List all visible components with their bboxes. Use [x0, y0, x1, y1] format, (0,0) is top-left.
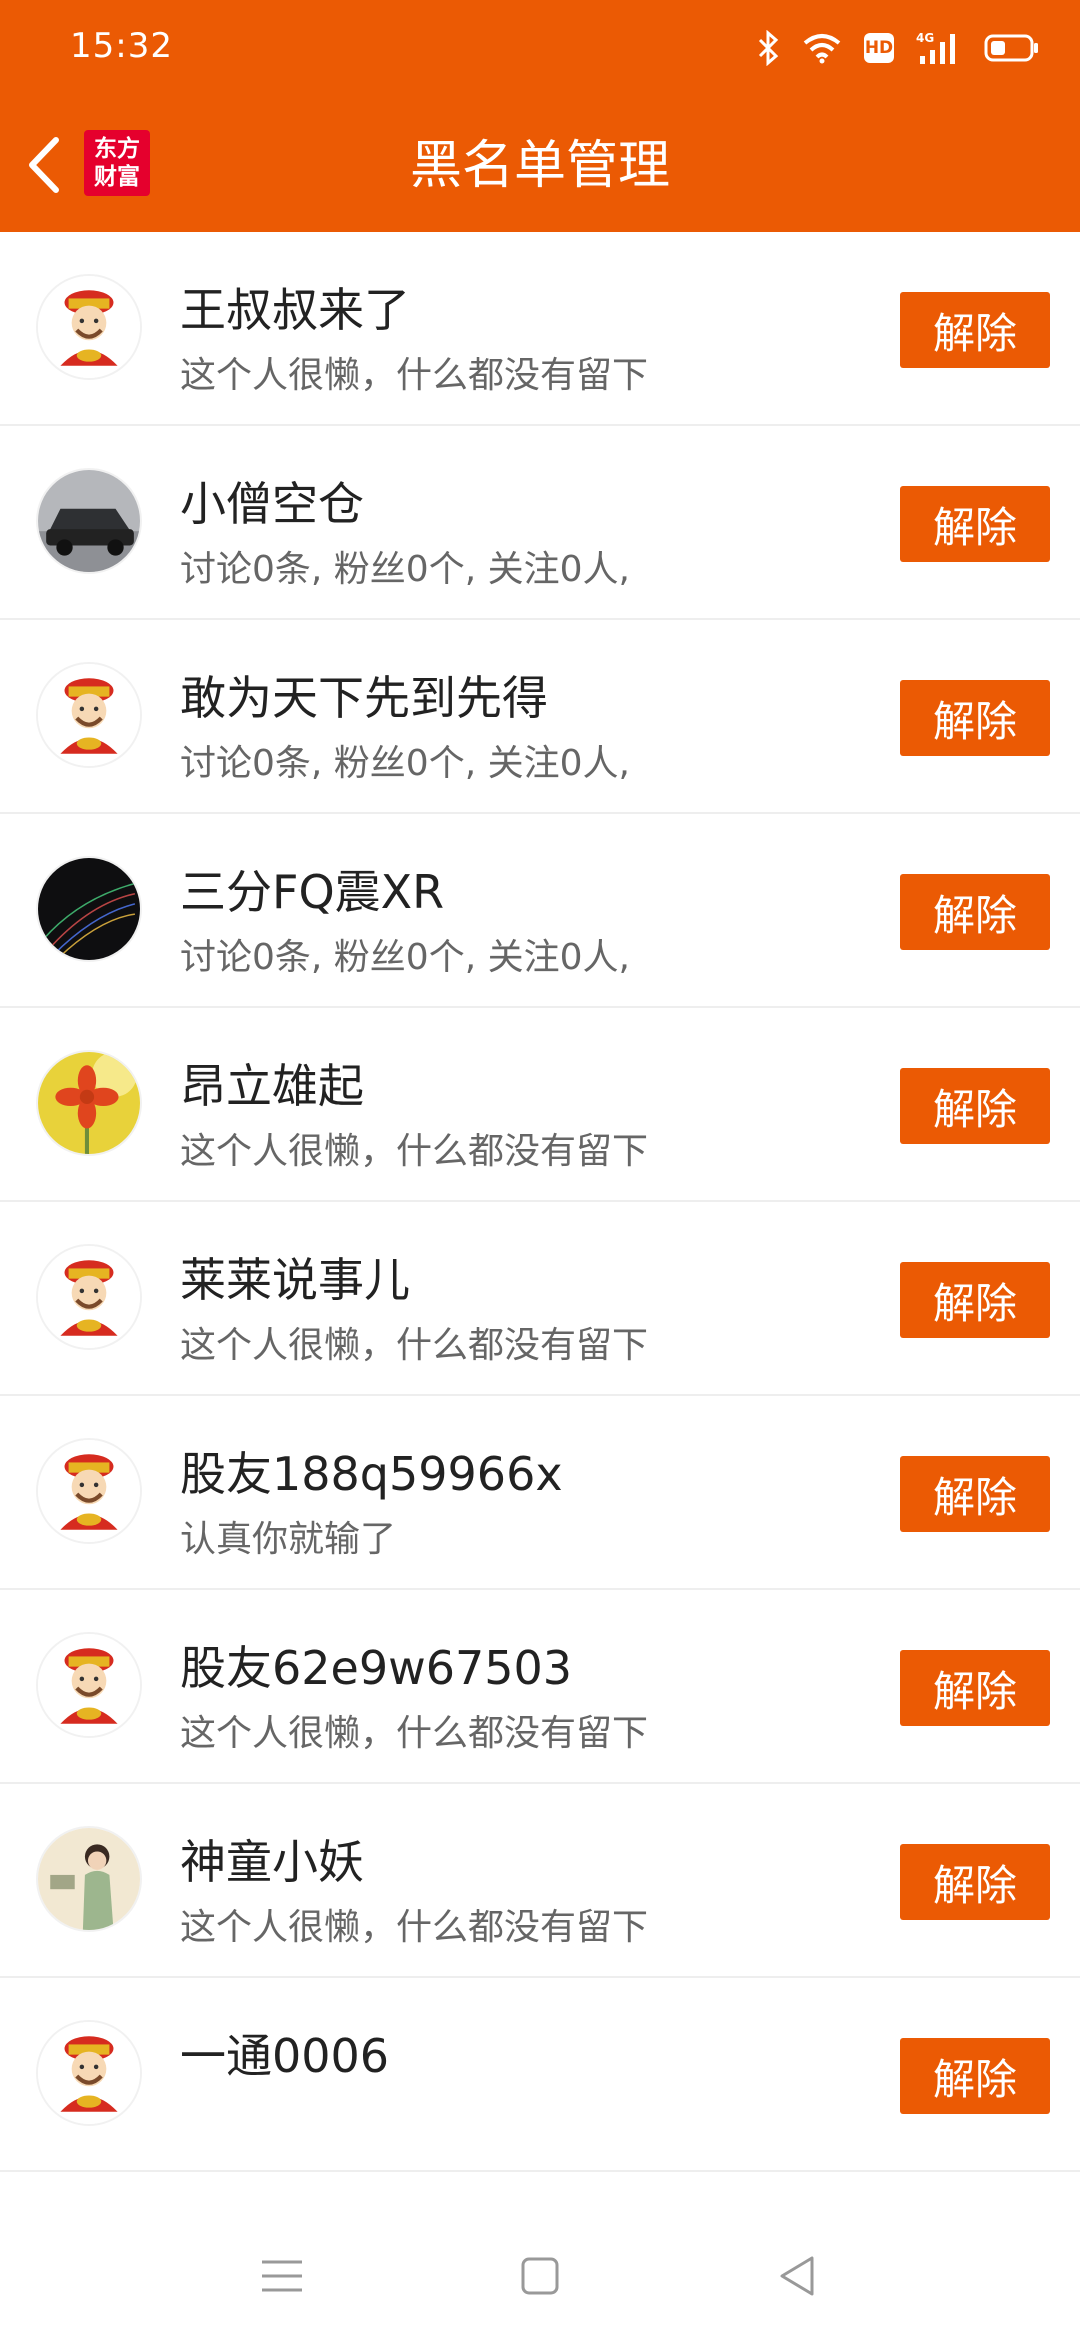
avatar[interactable]: [36, 1438, 142, 1544]
user-description: 这个人很懒，什么都没有留下: [180, 1131, 649, 1172]
hd-icon: HD: [864, 33, 894, 63]
avatar[interactable]: [36, 274, 142, 380]
unblock-button[interactable]: 解除: [900, 1650, 1050, 1726]
avatar[interactable]: [36, 1632, 142, 1738]
user-description: 这个人很懒，什么都没有留下: [180, 1325, 649, 1366]
user-description: 讨论0条, 粉丝0个, 关注0人,: [180, 937, 630, 978]
user-name: 股友62e9w67503: [180, 1641, 573, 1695]
avatar[interactable]: [36, 856, 142, 962]
unblock-button[interactable]: 解除: [900, 874, 1050, 950]
user-name: 莱莱说事儿: [180, 1253, 410, 1307]
user-name: 三分FQ震XR: [180, 865, 445, 919]
unblock-button[interactable]: 解除: [900, 292, 1050, 368]
page-title: 黑名单管理: [409, 136, 670, 196]
status-time: 15:32: [70, 26, 173, 66]
status-icons: HD 4G: [756, 26, 1040, 70]
blocked-user-row[interactable]: 小僧空仓讨论0条, 粉丝0个, 关注0人, 解除: [0, 426, 1080, 620]
bluetooth-icon: [758, 30, 779, 66]
avatar[interactable]: [36, 662, 142, 768]
unblock-button[interactable]: 解除: [900, 1262, 1050, 1338]
wifi-icon: [803, 34, 841, 64]
system-nav-bar: [0, 2208, 1080, 2340]
blocked-user-row[interactable]: 股友62e9w67503 这个人很懒，什么都没有留下 解除: [0, 1590, 1080, 1784]
blocked-user-row[interactable]: 三分FQ震XR 讨论0条, 粉丝0个, 关注0人, 解除: [0, 814, 1080, 1008]
4g-signal-icon: 4G: [916, 31, 955, 64]
network-type-label: 4G: [916, 31, 934, 45]
back-triangle-icon: [780, 2256, 814, 2296]
unblock-button[interactable]: 解除: [900, 2038, 1050, 2114]
blocked-user-row[interactable]: 莱莱说事儿这个人很懒，什么都没有留下 解除: [0, 1202, 1080, 1396]
blocklist: 我是老油条这个人很懒，什么都没有留下解除王叔叔来了这个人很懒，什么都没有留下解除…: [0, 38, 1080, 2172]
blocked-user-row[interactable]: 股友188q59966x 认真你就输了 解除: [0, 1396, 1080, 1590]
avatar[interactable]: [36, 1244, 142, 1350]
blocked-user-row[interactable]: 昂立雄起这个人很懒，什么都没有留下 解除: [0, 1008, 1080, 1202]
unblock-button[interactable]: 解除: [900, 1456, 1050, 1532]
avatar[interactable]: [36, 468, 142, 574]
blocked-user-row[interactable]: 一通0006 解除: [0, 1978, 1080, 2172]
menu-button[interactable]: [252, 2246, 312, 2306]
blocked-user-row[interactable]: 神童小妖这个人很懒，什么都没有留下 解除: [0, 1784, 1080, 1978]
unblock-button[interactable]: 解除: [900, 486, 1050, 562]
avatar[interactable]: [36, 2020, 142, 2126]
blocked-user-row[interactable]: 敢为天下先到先得讨论0条, 粉丝0个, 关注0人, 解除: [0, 620, 1080, 814]
avatar[interactable]: [36, 1826, 142, 1932]
user-description: 讨论0条, 粉丝0个, 关注0人,: [180, 549, 630, 590]
menu-icon: [262, 2260, 302, 2292]
user-description: 这个人很懒，什么都没有留下: [180, 1713, 649, 1754]
home-icon: [521, 2257, 559, 2295]
user-name: 敢为天下先到先得: [180, 671, 548, 725]
user-description: 这个人很懒，什么都没有留下: [180, 1907, 649, 1948]
user-description: 这个人很懒，什么都没有留下: [180, 355, 649, 396]
unblock-button[interactable]: 解除: [900, 1844, 1050, 1920]
unblock-button[interactable]: 解除: [900, 680, 1050, 756]
user-name: 神童小妖: [180, 1835, 364, 1889]
user-name: 小僧空仓: [180, 477, 364, 531]
user-name: 昂立雄起: [180, 1059, 364, 1113]
unblock-button[interactable]: 解除: [900, 1068, 1050, 1144]
home-button[interactable]: [510, 2246, 570, 2306]
user-name: 股友188q59966x: [180, 1447, 563, 1501]
user-description: 讨论0条, 粉丝0个, 关注0人,: [180, 743, 630, 784]
user-name: 一通0006: [180, 2029, 390, 2083]
blocked-user-row[interactable]: 王叔叔来了这个人很懒，什么都没有留下 解除: [0, 232, 1080, 426]
avatar[interactable]: [36, 1050, 142, 1156]
top-bar: 15:32 HD 4G 东方 财富 黑名单管理: [0, 0, 1080, 232]
battery-icon: [984, 34, 1038, 62]
user-description: 认真你就输了: [180, 1519, 397, 1560]
system-back-button[interactable]: [768, 2246, 828, 2306]
user-name: 王叔叔来了: [180, 283, 410, 337]
